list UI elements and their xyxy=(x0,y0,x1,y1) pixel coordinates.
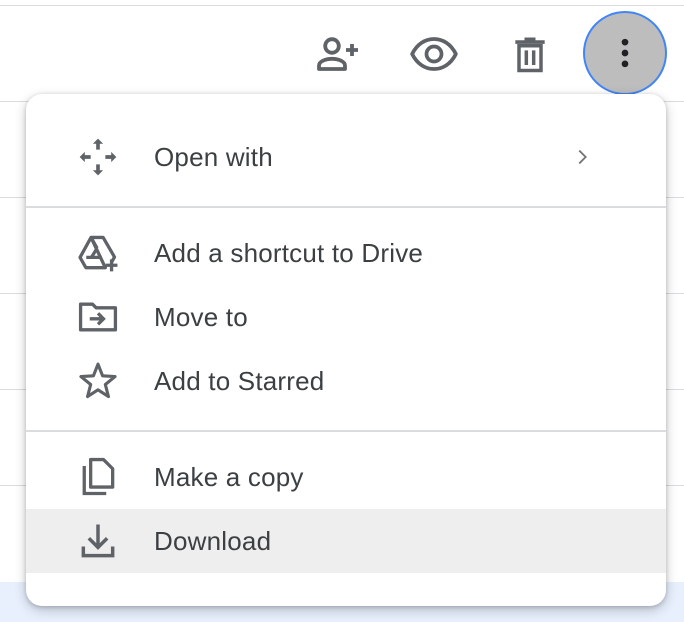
folder-move-icon xyxy=(76,295,120,339)
delete-button[interactable] xyxy=(490,14,570,94)
more-vert-icon xyxy=(621,38,629,68)
eye-icon xyxy=(410,37,458,71)
menu-item-move-to[interactable]: Move to xyxy=(26,285,666,349)
move-arrows-icon xyxy=(76,135,120,179)
chevron-right-icon xyxy=(570,145,594,169)
star-icon xyxy=(76,359,120,403)
more-actions-button[interactable] xyxy=(585,13,665,93)
list-divider xyxy=(0,5,684,6)
preview-button[interactable] xyxy=(394,14,474,94)
menu-item-label: Open with xyxy=(154,141,273,172)
menu-item-open-with[interactable]: Open with xyxy=(26,125,666,189)
more-actions-menu: Open with Add a shortcut to Drive Move t… xyxy=(26,94,666,606)
add-person-icon xyxy=(317,37,358,71)
menu-item-label: Add a shortcut to Drive xyxy=(154,237,424,268)
menu-item-add-shortcut[interactable]: Add a shortcut to Drive xyxy=(26,221,666,285)
menu-item-label: Download xyxy=(154,525,272,556)
menu-item-make-a-copy[interactable]: Make a copy xyxy=(26,445,666,509)
trash-icon xyxy=(515,37,545,73)
menu-item-label: Move to xyxy=(154,301,248,332)
menu-item-label: Add to Starred xyxy=(154,365,325,396)
menu-item-add-to-starred[interactable]: Add to Starred xyxy=(26,349,666,413)
menu-divider xyxy=(26,206,666,208)
share-button[interactable] xyxy=(298,14,378,94)
menu-item-download[interactable]: Download xyxy=(26,509,666,573)
menu-divider xyxy=(26,430,666,432)
download-icon xyxy=(76,519,120,563)
drive-shortcut-icon xyxy=(76,231,120,275)
copy-icon xyxy=(76,455,120,499)
menu-item-label: Make a copy xyxy=(154,461,304,492)
